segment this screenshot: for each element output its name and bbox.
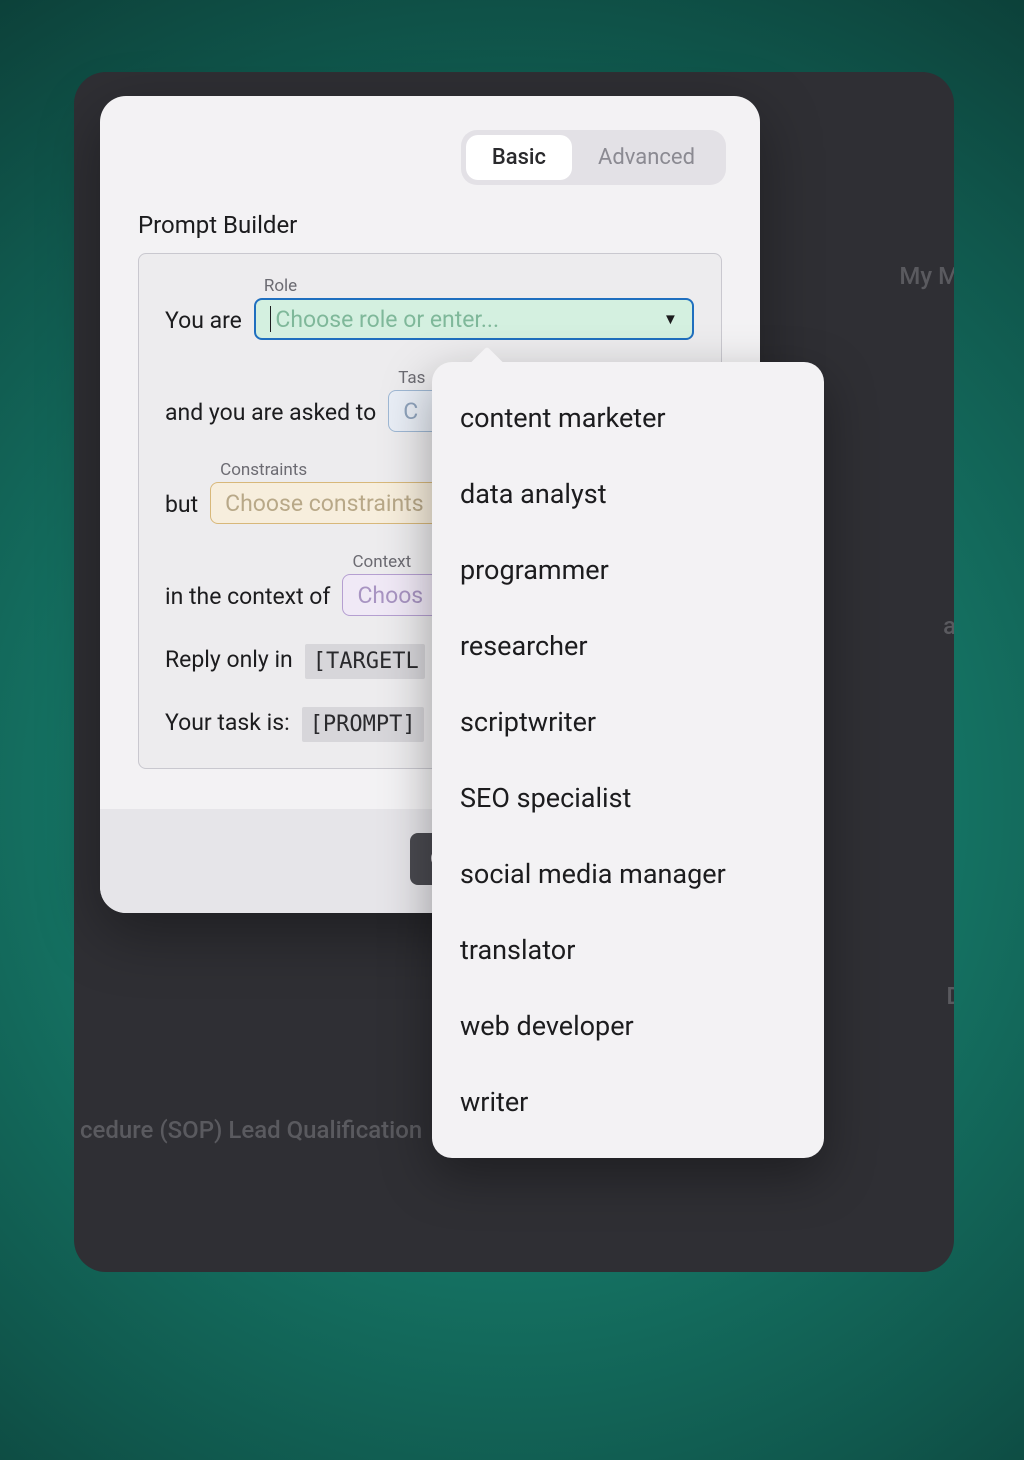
tab-advanced[interactable]: Advanced: [572, 135, 721, 180]
bg-text: D: [946, 982, 954, 1010]
bg-text: cedure (SOP) Lead Qualification: [80, 1116, 422, 1144]
text-cursor: [270, 306, 272, 332]
role-placeholder: Choose role or enter...: [275, 306, 499, 333]
text-your-task: Your task is:: [165, 709, 290, 742]
role-label: Role: [264, 276, 694, 296]
text-you-are: You are: [165, 307, 242, 340]
bg-text: at: [943, 612, 954, 640]
role-option-data-analyst[interactable]: data analyst: [432, 456, 824, 532]
tabs: Basic Advanced: [461, 130, 726, 185]
text-reply-only: Reply only in: [165, 646, 293, 679]
role-option-content-marketer[interactable]: content marketer: [432, 380, 824, 456]
constraints-placeholder: Choose constraints: [225, 490, 423, 517]
role-option-researcher[interactable]: researcher: [432, 608, 824, 684]
text-but: but: [165, 491, 198, 524]
text-context-of: in the context of: [165, 583, 330, 616]
task-placeholder: C: [403, 398, 418, 425]
role-option-social-media-manager[interactable]: social media manager: [432, 836, 824, 912]
text-asked-to: and you are asked to: [165, 399, 376, 432]
prompt-token: [PROMPT]: [302, 707, 424, 742]
tabs-container: Basic Advanced: [100, 96, 760, 185]
role-option-programmer[interactable]: programmer: [432, 532, 824, 608]
context-placeholder: Choos: [357, 582, 423, 609]
role-option-web-developer[interactable]: web developer: [432, 988, 824, 1064]
role-option-seo-specialist[interactable]: SEO specialist: [432, 760, 824, 836]
role-combobox[interactable]: Choose role or enter... ▼: [254, 298, 694, 340]
modal-title: Prompt Builder: [100, 185, 760, 253]
role-option-writer[interactable]: writer: [432, 1064, 824, 1140]
role-option-scriptwriter[interactable]: scriptwriter: [432, 684, 824, 760]
target-lang-token: [TARGETL: [305, 644, 425, 679]
bg-text: My Ma: [899, 262, 954, 290]
chevron-down-icon: ▼: [663, 310, 678, 328]
role-option-translator[interactable]: translator: [432, 912, 824, 988]
role-dropdown: content marketer data analyst programmer…: [432, 362, 824, 1158]
tab-basic[interactable]: Basic: [466, 135, 572, 180]
